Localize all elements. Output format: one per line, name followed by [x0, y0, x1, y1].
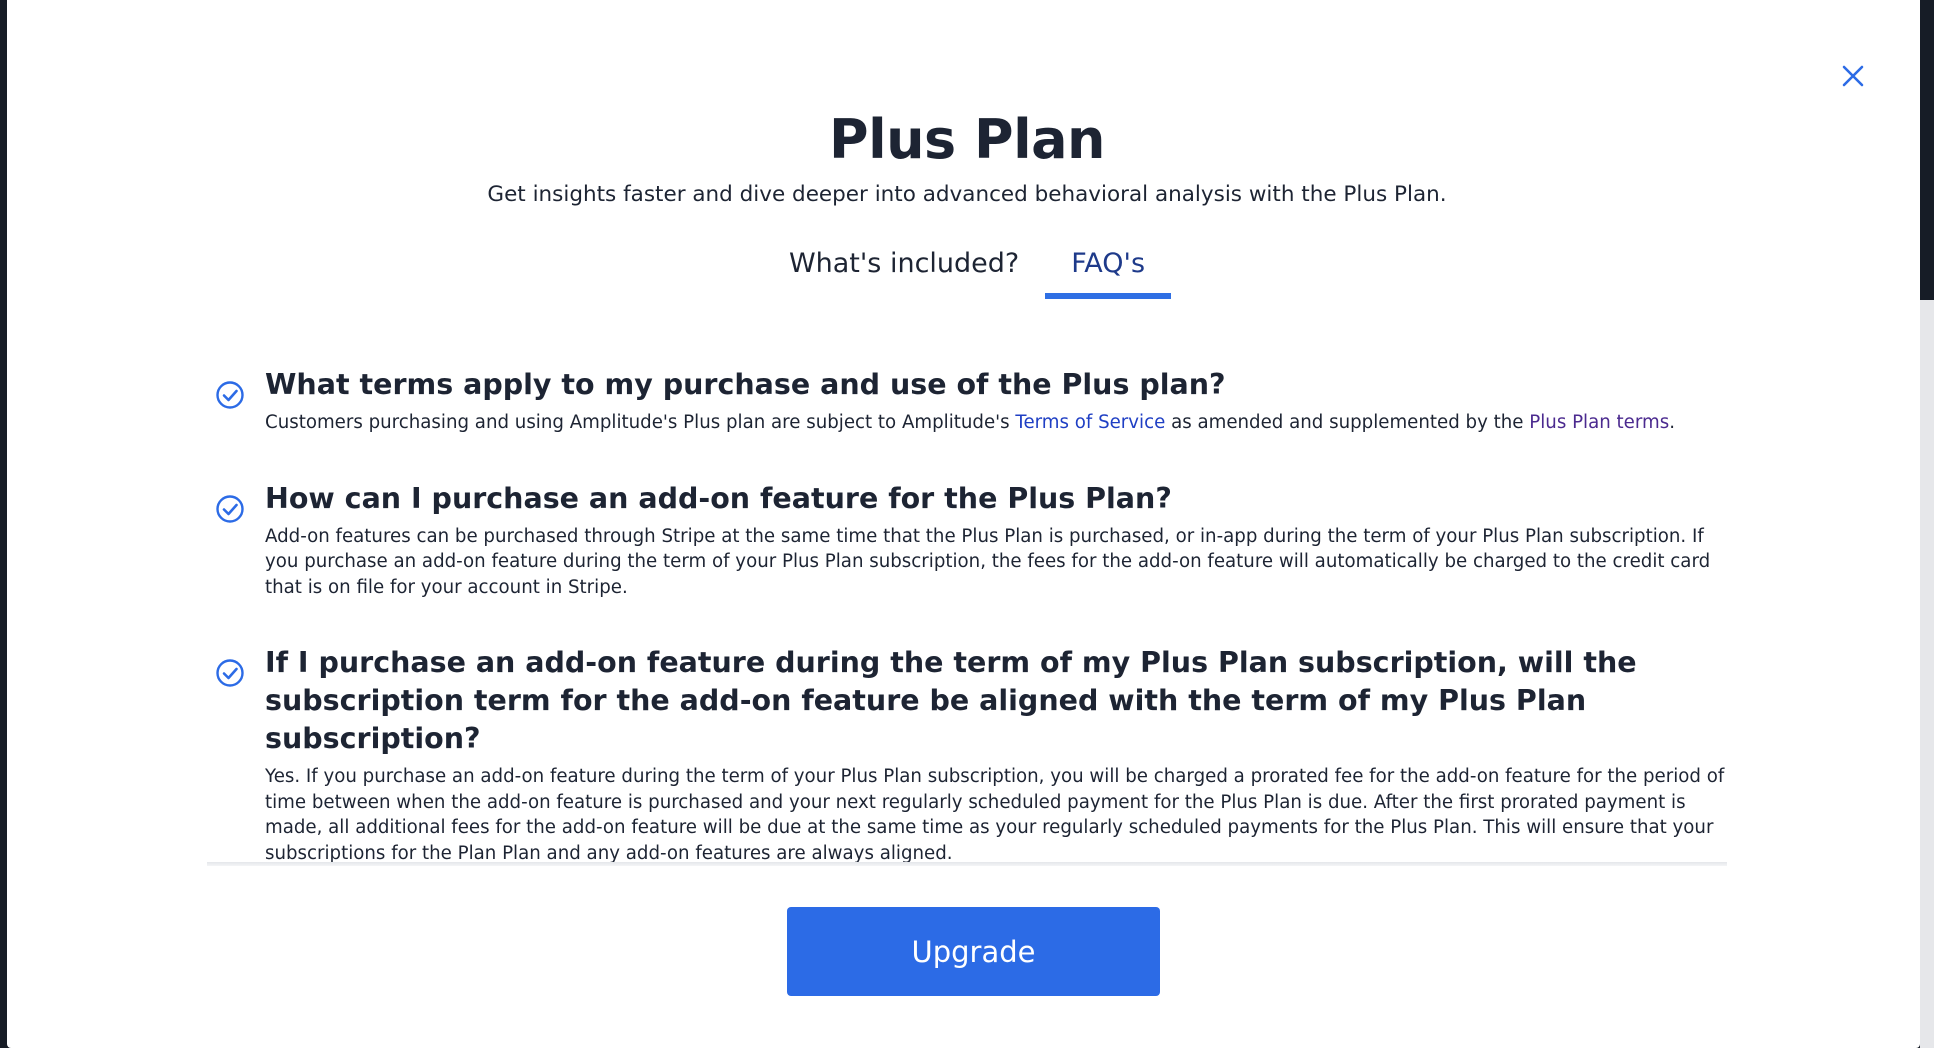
tab-faqs[interactable]: FAQ's	[1045, 244, 1171, 299]
faq-answer-text: Customers purchasing and using Amplitude…	[265, 412, 1016, 433]
backdrop-edge	[1920, 300, 1934, 1048]
close-icon	[1842, 65, 1864, 87]
faq-answer: Add-on features can be purchased through…	[265, 525, 1711, 598]
faq-item: What terms apply to my purchase and use …	[207, 366, 1727, 436]
check-circle-icon	[216, 494, 244, 523]
faq-answer-text: as amended and supplemented by the	[1165, 412, 1530, 433]
faq-answer: Yes. If you purchase an add-on feature d…	[265, 766, 1725, 864]
close-button[interactable]	[1835, 58, 1871, 94]
faq-answer-text: .	[1669, 412, 1676, 433]
faq-item: If I purchase an add-on feature during t…	[207, 644, 1727, 864]
faq-answer: Customers purchasing and using Amplitude…	[265, 410, 1727, 436]
faq-question: What terms apply to my purchase and use …	[265, 368, 1226, 401]
upgrade-button[interactable]: Upgrade	[787, 907, 1160, 996]
check-circle-icon	[216, 381, 244, 409]
tab-bar: What's included? FAQ's	[7, 244, 1927, 299]
modal-subtitle: Get insights faster and dive deeper into…	[487, 182, 1447, 207]
faq-question: How can I purchase an add-on feature for…	[265, 481, 1172, 515]
check-circle-icon	[216, 659, 244, 687]
modal-title: Plus Plan	[829, 108, 1105, 171]
faq-list[interactable]: What terms apply to my purchase and use …	[207, 350, 1727, 864]
tab-whats-included[interactable]: What's included?	[763, 244, 1045, 289]
terms-of-service-link[interactable]: Terms of Service	[1015, 412, 1165, 433]
faq-scroll-divider	[207, 862, 1727, 866]
plus-plan-modal: Plus Plan Get insights faster and dive d…	[7, 0, 1920, 1048]
faq-item: How can I purchase an add-on feature for…	[207, 480, 1727, 601]
faq-question: If I purchase an add-on feature during t…	[265, 646, 1637, 755]
plus-plan-terms-link[interactable]: Plus Plan terms	[1529, 412, 1669, 433]
